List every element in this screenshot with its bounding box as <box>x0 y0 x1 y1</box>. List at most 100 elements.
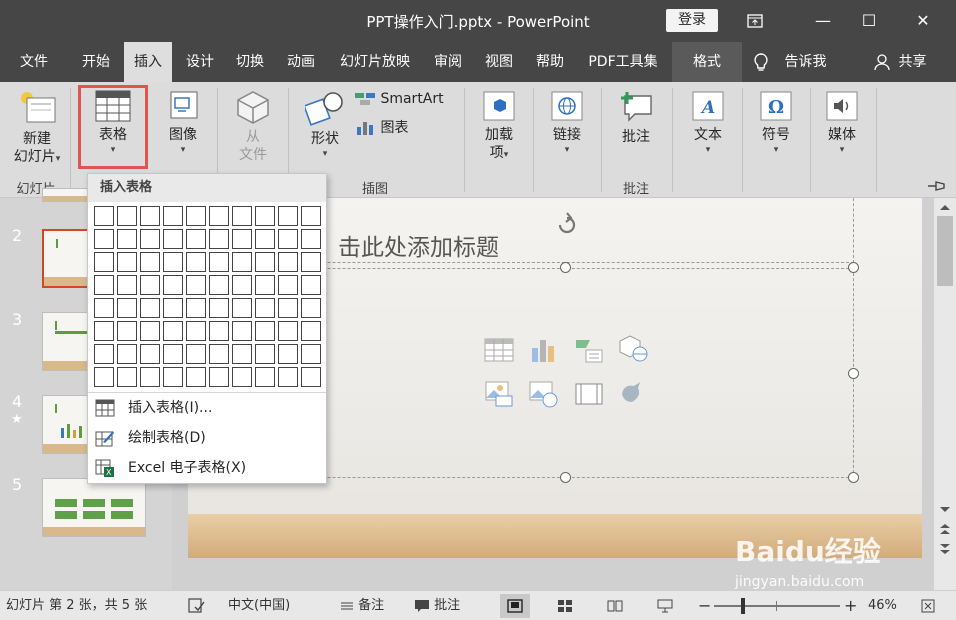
vertical-scrollbar[interactable] <box>934 198 956 590</box>
tab-animations[interactable]: 动画 <box>277 42 325 82</box>
table-grid-cell[interactable] <box>301 206 321 226</box>
tab-help[interactable]: 帮助 <box>526 42 574 82</box>
minimize-button[interactable]: — <box>800 6 846 36</box>
slideshow-view-button[interactable] <box>650 594 680 618</box>
tab-insert[interactable]: 插入 <box>124 42 172 82</box>
table-grid-cell[interactable] <box>232 252 252 272</box>
table-grid-cell[interactable] <box>163 321 183 341</box>
table-grid-cell[interactable] <box>301 229 321 249</box>
tab-home[interactable]: 开始 <box>72 42 120 82</box>
scroll-down-icon[interactable] <box>937 504 953 516</box>
table-grid-cell[interactable] <box>117 275 137 295</box>
table-grid-cell[interactable] <box>94 367 114 387</box>
table-grid-cell[interactable] <box>209 298 229 318</box>
table-grid-cell[interactable] <box>94 321 114 341</box>
table-grid-cell[interactable] <box>163 229 183 249</box>
notes-button[interactable]: 备注 <box>340 591 384 620</box>
zoom-level[interactable]: 46% <box>868 591 897 620</box>
slide-sorter-view-button[interactable] <box>550 594 580 618</box>
table-grid-cell[interactable] <box>255 367 275 387</box>
table-grid-cell[interactable] <box>278 344 298 364</box>
new-slide-button[interactable]: 新建 幻灯片▾ <box>6 88 68 166</box>
rotate-handle-icon[interactable] <box>552 210 582 240</box>
table-grid-cell[interactable] <box>301 275 321 295</box>
table-grid-cell[interactable] <box>209 252 229 272</box>
table-grid-cell[interactable] <box>232 275 252 295</box>
table-grid-cell[interactable] <box>278 275 298 295</box>
previous-slide-icon[interactable] <box>937 522 953 536</box>
table-grid-cell[interactable] <box>278 321 298 341</box>
table-grid-cell[interactable] <box>186 344 206 364</box>
table-grid-cell[interactable] <box>140 344 160 364</box>
table-grid-cell[interactable] <box>255 344 275 364</box>
table-grid-cell[interactable] <box>94 252 114 272</box>
table-grid-cell[interactable] <box>117 344 137 364</box>
table-grid-cell[interactable] <box>255 206 275 226</box>
table-grid-cell[interactable] <box>301 367 321 387</box>
table-grid-cell[interactable] <box>140 321 160 341</box>
table-grid-cell[interactable] <box>186 229 206 249</box>
chart-button[interactable]: 图表 <box>354 119 450 137</box>
resize-handle[interactable] <box>848 472 859 483</box>
table-grid-cell[interactable] <box>232 206 252 226</box>
from-file-button[interactable]: 从 文件 <box>224 90 282 164</box>
table-grid-cell[interactable] <box>94 298 114 318</box>
zoom-out-button[interactable]: − <box>698 591 711 620</box>
zoom-in-button[interactable]: + <box>844 591 857 620</box>
table-grid-cell[interactable] <box>232 367 252 387</box>
addins-button[interactable]: 加载 项▾ <box>472 90 526 162</box>
table-grid-cell[interactable] <box>140 367 160 387</box>
ribbon-display-options-button[interactable] <box>732 6 778 36</box>
table-grid-cell[interactable] <box>117 252 137 272</box>
tab-format[interactable]: 格式 <box>672 42 742 82</box>
table-grid-cell[interactable] <box>117 229 137 249</box>
table-grid-cell[interactable] <box>163 298 183 318</box>
table-grid-cell[interactable] <box>278 367 298 387</box>
insert-online-picture-icon[interactable] <box>528 380 558 408</box>
share-button[interactable]: 共享 <box>874 42 926 82</box>
table-grid-cell[interactable] <box>117 298 137 318</box>
table-grid-cell[interactable] <box>117 367 137 387</box>
table-grid-cell[interactable] <box>140 229 160 249</box>
table-grid-cell[interactable] <box>140 298 160 318</box>
title-placeholder[interactable]: 击此处添加标题 <box>338 228 499 262</box>
media-button[interactable]: 媒体 ▾ <box>814 90 870 156</box>
scrollbar-thumb[interactable] <box>937 216 953 286</box>
table-grid-cell[interactable] <box>163 367 183 387</box>
resize-handle[interactable] <box>848 262 859 273</box>
table-grid-cell[interactable] <box>255 321 275 341</box>
table-grid-cell[interactable] <box>94 206 114 226</box>
table-grid-cell[interactable] <box>301 252 321 272</box>
insert-chart-icon[interactable] <box>528 336 558 364</box>
table-grid-cell[interactable] <box>163 344 183 364</box>
reading-view-button[interactable] <box>600 594 630 618</box>
resize-handle[interactable] <box>560 472 571 483</box>
table-grid-cell[interactable] <box>140 252 160 272</box>
table-grid-cell[interactable] <box>117 206 137 226</box>
comments-button[interactable]: 批注 <box>414 591 460 620</box>
table-grid-cell[interactable] <box>278 298 298 318</box>
tab-view[interactable]: 视图 <box>475 42 523 82</box>
table-grid-cell[interactable] <box>301 321 321 341</box>
smartart-button[interactable]: SmartArt <box>354 90 450 108</box>
table-grid-cell[interactable] <box>255 252 275 272</box>
table-grid-cell[interactable] <box>255 275 275 295</box>
table-grid-cell[interactable] <box>117 321 137 341</box>
table-grid-cell[interactable] <box>232 321 252 341</box>
insert-table-icon[interactable] <box>484 336 514 364</box>
table-grid-cell[interactable] <box>232 344 252 364</box>
links-button[interactable]: 链接 ▾ <box>540 90 594 156</box>
table-grid-cell[interactable] <box>163 252 183 272</box>
comment-button[interactable]: 批注 <box>608 90 664 146</box>
table-grid-cell[interactable] <box>278 229 298 249</box>
resize-handle[interactable] <box>560 262 571 273</box>
table-grid-cell[interactable] <box>140 275 160 295</box>
table-grid-cell[interactable] <box>209 229 229 249</box>
symbols-button[interactable]: Ω 符号 ▾ <box>748 90 804 156</box>
table-grid-cell[interactable] <box>186 252 206 272</box>
table-grid-cell[interactable] <box>255 298 275 318</box>
insert-smartart-icon[interactable] <box>574 336 604 364</box>
maximize-button[interactable]: ☐ <box>846 6 892 36</box>
table-grid-cell[interactable] <box>186 298 206 318</box>
insert-picture-icon[interactable] <box>484 380 514 408</box>
